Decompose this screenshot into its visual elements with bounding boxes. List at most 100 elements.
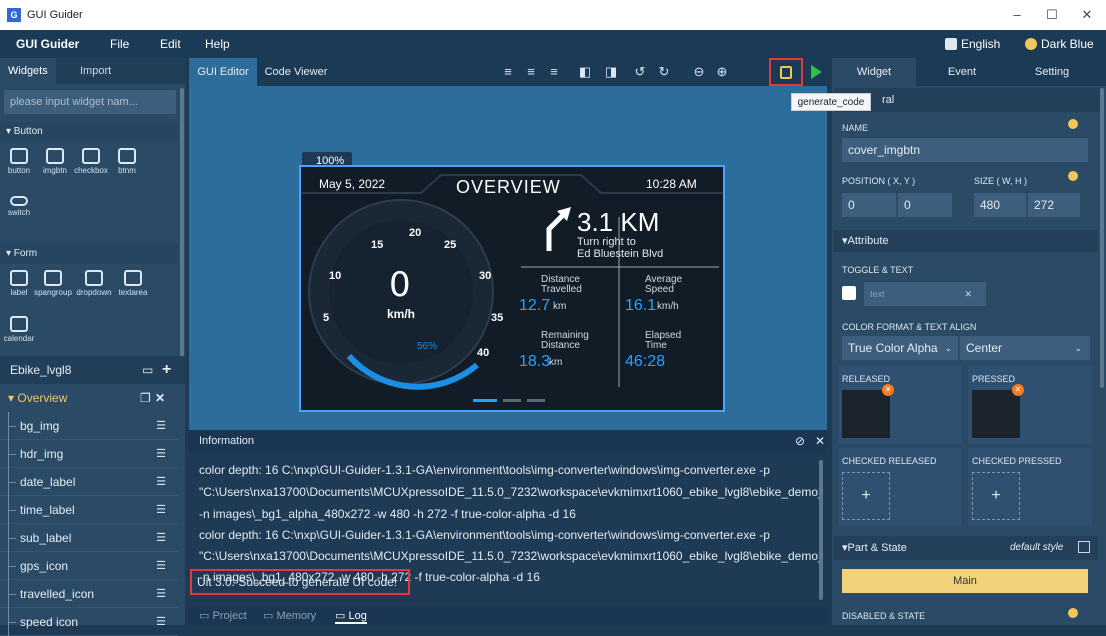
tab-gui-editor[interactable]: GUI Editor — [189, 58, 257, 86]
help-icon[interactable] — [1068, 171, 1078, 181]
menu-file[interactable]: File — [110, 37, 129, 51]
theme-select[interactable]: Dark Blue — [1041, 37, 1094, 51]
add-image-icon[interactable]: + — [842, 472, 890, 520]
pressed-image[interactable] — [972, 390, 1020, 438]
preview-date: May 5, 2022 — [319, 177, 386, 191]
align-center-icon[interactable]: ≡ — [523, 64, 539, 80]
tree-item-travelled-icon[interactable]: travelled_icon ☰ — [0, 580, 178, 608]
add-screen-icon[interactable]: + — [162, 356, 171, 384]
align-right-icon[interactable]: ≡ — [546, 64, 562, 80]
avg-unit: km/h — [657, 301, 679, 312]
w-field[interactable]: 480 — [974, 193, 1026, 217]
y-field[interactable]: 0 — [898, 193, 952, 217]
part-state-section[interactable]: ▾Part & State default style — [834, 536, 1098, 560]
add-image-icon[interactable]: + — [972, 472, 1020, 520]
event-list-icon[interactable]: ☰ — [156, 468, 166, 496]
text-input[interactable]: text ✕ — [864, 282, 986, 306]
textarea-widget[interactable]: textarea — [114, 264, 152, 304]
general-section[interactable]: ral — [834, 88, 1102, 112]
help-icon[interactable] — [1068, 608, 1078, 618]
info-scrollbar[interactable] — [819, 460, 823, 600]
tree-item-speed-icon[interactable]: speed icon ☰ — [0, 608, 178, 636]
remove-image-icon[interactable]: ✕ — [1012, 384, 1024, 396]
event-list-icon[interactable]: ☰ — [156, 412, 166, 440]
tab-project[interactable]: ▭ Project — [199, 609, 247, 622]
close-window-button[interactable]: ✕ — [1072, 4, 1102, 26]
dropdown-widget[interactable]: dropdown — [74, 264, 114, 304]
remove-image-icon[interactable]: ✕ — [882, 384, 894, 396]
btnm-widget[interactable]: btnm — [110, 142, 144, 182]
tab-widget[interactable]: Widget — [832, 58, 916, 86]
tree-item-time-label[interactable]: time_label ☰ — [0, 496, 178, 524]
name-field[interactable]: cover_imgbtn — [842, 138, 1088, 162]
toggle-checkbox[interactable] — [842, 286, 856, 300]
event-list-icon[interactable]: ☰ — [156, 580, 166, 608]
released-image[interactable] — [842, 390, 890, 438]
tree-item-sub-label[interactable]: sub_label ☰ — [0, 524, 178, 552]
zoom-in-icon[interactable]: ⊕ — [714, 64, 730, 80]
clear-log-icon[interactable]: ⊘ — [795, 430, 805, 452]
align-select[interactable]: Center ⌄ — [960, 336, 1090, 360]
minimize-button[interactable]: – — [1002, 4, 1032, 26]
spangroup-widget[interactable]: spangroup — [32, 264, 74, 304]
event-list-icon[interactable]: ☰ — [156, 608, 166, 636]
language-select[interactable]: English — [961, 37, 1000, 51]
attribute-section[interactable]: ▾Attribute — [834, 230, 1098, 252]
generate-code-button[interactable] — [769, 58, 803, 86]
tab-event[interactable]: Event — [932, 58, 992, 86]
menu-edit[interactable]: Edit — [160, 37, 181, 51]
tab-setting[interactable]: Setting — [1022, 58, 1082, 86]
tab-log[interactable]: ▭ Log — [335, 609, 367, 624]
form-section[interactable]: ▾ Form — [0, 244, 178, 264]
x-field[interactable]: 0 — [842, 193, 896, 217]
screen-preview[interactable]: May 5, 2022 OVERVIEW 10:28 AM 5 10 15 20 25 3… — [299, 165, 725, 412]
send-back-icon[interactable]: ◨ — [603, 64, 619, 80]
redo-icon[interactable]: ↻ — [656, 64, 672, 80]
widget-search-input[interactable]: please input widget nam... — [4, 90, 176, 114]
color-format-select[interactable]: True Color Alpha ⌄ — [842, 336, 958, 360]
undo-icon[interactable]: ↺ — [632, 64, 648, 80]
bring-front-icon[interactable]: ◧ — [577, 64, 593, 80]
maximize-button[interactable]: ☐ — [1037, 4, 1067, 26]
menu-help[interactable]: Help — [205, 37, 230, 51]
align-left-icon[interactable]: ≡ — [500, 64, 516, 80]
delete-icon[interactable]: ✕ — [155, 384, 165, 412]
tree-item-hdr-img[interactable]: hdr_img ☰ — [0, 440, 178, 468]
tab-code-viewer[interactable]: Code Viewer — [257, 58, 335, 86]
imgbtn-widget[interactable]: imgbtn — [38, 142, 72, 182]
left-scrollbar[interactable] — [180, 88, 184, 368]
zoom-out-icon[interactable]: ⊖ — [691, 64, 707, 80]
button-widget[interactable]: button — [2, 142, 36, 182]
screen-overview[interactable]: ▾ Overview ❐ ✕ — [0, 384, 178, 412]
label-widget[interactable]: label — [2, 264, 36, 304]
menu-app[interactable]: GUI Guider — [16, 37, 79, 51]
tree-item-date-label[interactable]: date_label ☰ — [0, 468, 178, 496]
default-style-checkbox[interactable] — [1078, 541, 1090, 553]
close-info-icon[interactable]: ✕ — [815, 430, 825, 452]
main-part-button[interactable]: Main — [842, 569, 1088, 593]
design-canvas[interactable]: 100% May 5, 2022 OVERVIEW 10:28 AM 5 10 15… — [189, 86, 827, 430]
tab-import[interactable]: Import — [72, 58, 119, 84]
help-icon[interactable] — [1068, 119, 1078, 129]
run-icon[interactable] — [811, 65, 822, 79]
checked-pressed-card: CHECKED PRESSED + — [968, 448, 1092, 526]
switch-widget[interactable]: switch — [2, 188, 36, 228]
event-list-icon[interactable]: ☰ — [156, 552, 166, 580]
tab-memory[interactable]: ▭ Memory — [263, 609, 316, 622]
tree-item-label: bg_img — [20, 419, 60, 433]
event-list-icon[interactable]: ☰ — [156, 496, 166, 524]
copy-icon[interactable]: ❐ — [140, 384, 151, 412]
event-list-icon[interactable]: ☰ — [156, 440, 166, 468]
tree-item-gps-icon[interactable]: gps_icon ☰ — [0, 552, 178, 580]
tree-item-bg-img[interactable]: bg_img ☰ — [0, 412, 178, 440]
tab-widgets[interactable]: Widgets — [0, 58, 56, 84]
add-folder-icon[interactable]: ▭ — [142, 356, 153, 384]
checkbox-widget[interactable]: checkbox — [74, 142, 108, 182]
right-scrollbar[interactable] — [1100, 88, 1104, 388]
calendar-widget[interactable]: calendar — [2, 310, 36, 350]
h-field[interactable]: 272 — [1028, 193, 1080, 217]
window-title: GUI Guider — [27, 9, 83, 21]
dist-trav-label2: Travelled — [541, 284, 582, 295]
event-list-icon[interactable]: ☰ — [156, 524, 166, 552]
button-section[interactable]: ▾ Button — [0, 122, 178, 142]
